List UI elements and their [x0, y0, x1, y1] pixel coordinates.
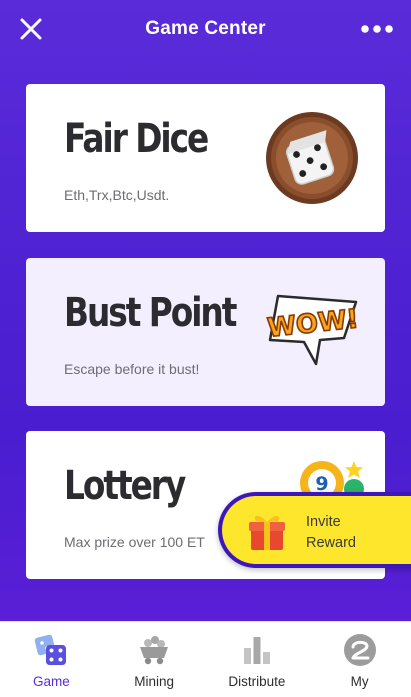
dice-icon	[35, 634, 67, 665]
game-card-bust-point[interactable]: Bust Point Escape before it bust! WOW!	[26, 258, 385, 406]
tab-distribute[interactable]: Distribute	[206, 622, 309, 697]
page-title: Game Center	[145, 18, 266, 39]
invite-reward-label: Invite Reward	[306, 512, 396, 554]
invite-reward-button[interactable]: Invite Reward	[218, 492, 411, 568]
tab-label: Game	[32, 674, 70, 689]
tab-mining[interactable]: Mining	[103, 622, 206, 697]
close-button[interactable]	[14, 12, 48, 46]
profile-icon	[343, 634, 376, 666]
game-card-fair-dice[interactable]: Fair Dice Eth,Trx,Btc,Usdt.	[26, 84, 385, 232]
dice-icon	[266, 112, 358, 204]
game-center-screen: Game Center Fair Dice Eth,Trx,Btc,Usdt.	[0, 0, 411, 621]
bottom-tab-bar: Game Mining Distribute My	[0, 621, 411, 697]
more-options-button[interactable]	[357, 14, 397, 44]
tab-game[interactable]: Game	[0, 622, 103, 697]
tab-my[interactable]: My	[308, 622, 411, 697]
game-description: Escape before it bust!	[64, 361, 200, 377]
mining-cart-icon	[140, 636, 169, 665]
invite-line-1: Invite	[306, 514, 341, 530]
wow-burst-icon: WOW!	[265, 294, 361, 366]
tab-label: My	[350, 674, 369, 689]
top-bar: Game Center	[0, 0, 411, 58]
invite-line-2: Reward	[306, 535, 356, 551]
game-description: Eth,Trx,Btc,Usdt.	[64, 187, 170, 203]
close-icon	[20, 18, 42, 40]
game-name: Bust Point	[64, 290, 237, 336]
gift-icon	[249, 515, 285, 550]
bar-chart-icon	[243, 637, 270, 664]
game-name: Lottery	[64, 463, 186, 509]
tab-label: Mining	[134, 674, 175, 689]
tab-label: Distribute	[228, 674, 286, 689]
game-description: Max prize over 100 ET	[64, 534, 205, 550]
game-name: Fair Dice	[64, 116, 209, 162]
more-horizontal-icon	[361, 25, 393, 33]
